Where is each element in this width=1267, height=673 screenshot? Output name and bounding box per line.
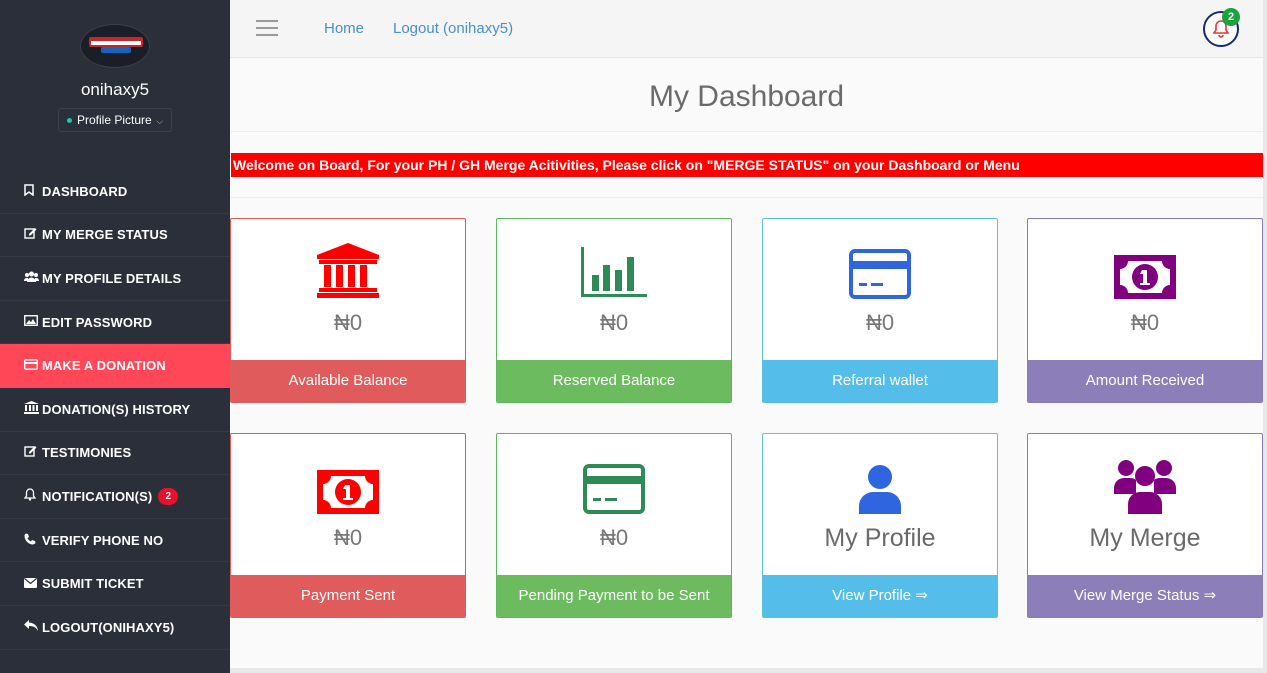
bookmark-icon [24,184,42,199]
sidebar-item-label: DASHBOARD [42,183,128,199]
card-value: ₦0 [599,525,629,550]
sidebar-item-notifications[interactable]: NOTIFICATION(S) 2 [0,475,230,519]
sidebar-item-label: LOGOUT(ONIHAXY5) [42,619,175,635]
sidebar-item-donation-history[interactable]: DONATION(S) HISTORY [0,388,230,432]
credit-card-icon [849,249,911,299]
username: onihaxy5 [80,80,150,99]
sidebar-item-label: VERIFY PHONE NO [42,532,164,548]
sidebar-item-merge-status[interactable]: MY MERGE STATUS [0,214,230,258]
profile-picture-dropdown[interactable]: Profile Picture ⌵ [57,108,173,132]
edit-icon [24,445,42,460]
user-icon [859,465,901,514]
profile-picture-label: Profile Picture [76,113,152,127]
sidebar-item-label: DONATION(S) HISTORY [42,401,191,417]
card-value: ₦0 [599,310,629,335]
view-profile-link[interactable]: View Profile ⇒ [763,575,997,617]
notification-count-badge: 2 [158,487,179,505]
card-value: ₦0 [865,310,895,335]
card-value: ₦0 [1130,310,1160,335]
bank-icon [24,401,42,417]
home-link[interactable]: Home [324,20,364,37]
bank-icon [317,243,379,298]
image-icon [24,315,42,329]
money-icon [1114,255,1176,299]
card-footer-label[interactable]: Amount Received [1028,360,1262,402]
horizontal-scrollbar[interactable] [230,668,1267,673]
sidebar-item-logout[interactable]: LOGOUT(ONIHAXY5) [0,606,230,650]
card-available-balance[interactable]: ₦0 Available Balance [230,218,466,403]
card-pending-payment[interactable]: ₦0 Pending Payment to be Sent [496,433,732,618]
bar-chart-icon [581,247,647,297]
online-dot-icon [66,118,72,124]
sidebar-item-label: TESTIMONIES [42,445,132,461]
phone-icon [24,533,42,548]
sidebar-item-label: MY PROFILE DETAILS [42,270,182,286]
chevron-down-icon: ⌵ [153,116,164,126]
sidebar-item-profile-details[interactable]: MY PROFILE DETAILS [0,257,230,301]
notification-count-badge: 2 [1222,8,1240,26]
card-payment-sent[interactable]: ₦0 Payment Sent [230,433,466,618]
card-title: My Merge [1089,524,1201,552]
top-navbar: Home Logout (onihaxy5) 2 [230,0,1267,58]
envelope-icon [24,577,42,591]
sidebar-item-verify-phone[interactable]: VERIFY PHONE NO [0,519,230,563]
card-footer-label[interactable]: Referral wallet [763,360,997,402]
users-icon [1114,460,1176,514]
users-icon [23,271,42,286]
card-referral-wallet[interactable]: ₦0 Referral wallet [762,218,998,403]
card-footer-label[interactable]: Reserved Balance [497,360,731,402]
site-logo [80,24,150,68]
sidebar-item-label: EDIT PASSWORD [42,314,153,330]
sidebar-item-submit-ticket[interactable]: SUBMIT TICKET [0,562,230,606]
card-footer-label[interactable]: Available Balance [231,360,465,402]
profile-section: onihaxy5 Profile Picture ⌵ [0,0,230,150]
card-value: ₦0 [333,310,363,335]
card-amount-received[interactable]: ₦0 Amount Received [1027,218,1263,403]
sidebar: onihaxy5 Profile Picture ⌵ DASHBOARD MY … [0,0,230,673]
bell-icon [23,488,42,504]
card-value: ₦0 [333,525,363,550]
sidebar-item-label: MY MERGE STATUS [42,227,168,243]
money-icon [317,470,379,514]
sidebar-item-testimonies[interactable]: TESTIMONIES [0,432,230,476]
sidebar-item-dashboard[interactable]: DASHBOARD [0,170,230,214]
sidebar-menu: DASHBOARD MY MERGE STATUS MY PROFILE DET… [0,170,230,650]
credit-card-icon [24,358,42,373]
credit-card-icon [583,464,645,514]
logout-link[interactable]: Logout (onihaxy5) [393,20,513,37]
hamburger-menu-icon[interactable] [256,20,278,36]
sidebar-item-label: SUBMIT TICKET [42,576,144,592]
card-footer-label[interactable]: Payment Sent [231,575,465,617]
card-footer-label[interactable]: Pending Payment to be Sent [497,575,731,617]
sidebar-item-edit-password[interactable]: EDIT PASSWORD [0,301,230,345]
page-title: My Dashboard [230,58,1263,132]
card-my-profile[interactable]: My Profile View Profile ⇒ [762,433,998,618]
main-content: My Dashboard Welcome on Board, For your … [230,58,1263,673]
sidebar-item-label: MAKE A DONATION [42,358,166,374]
card-my-merge[interactable]: My Merge View Merge Status ⇒ [1027,433,1263,618]
sidebar-item-make-donation[interactable]: MAKE A DONATION [0,344,230,388]
card-reserved-balance[interactable]: ₦0 Reserved Balance [496,218,732,403]
reply-icon [24,619,42,635]
vertical-scrollbar[interactable] [1263,0,1267,673]
welcome-banner: Welcome on Board, For your PH / GH Merge… [231,153,1263,177]
edit-icon [24,227,42,242]
sidebar-item-label: NOTIFICATION(S) [42,488,153,504]
view-merge-status-link[interactable]: View Merge Status ⇒ [1028,575,1262,617]
card-title: My Profile [824,524,936,552]
